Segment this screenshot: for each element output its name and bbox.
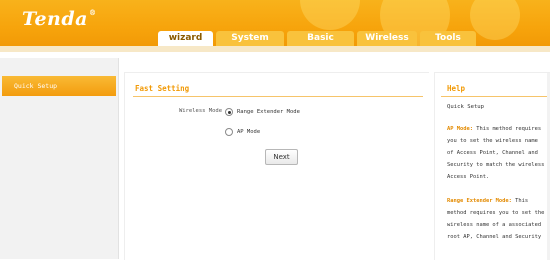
tab-tools[interactable]: Tools: [420, 31, 476, 46]
help-range-extender: Range Extender Mode: This method require…: [447, 195, 547, 243]
range-extender-label[interactable]: Range Extender Mode: [237, 109, 300, 115]
main-nav-tabs: wizard System Status Basic Settings Wire…: [158, 31, 476, 58]
help-range-extender-text: This method requires you to set the wire…: [447, 198, 545, 240]
title-divider: [133, 96, 423, 97]
next-button[interactable]: Next: [265, 149, 298, 165]
help-panel: Help Quick Setup AP Mode: This method re…: [434, 72, 550, 260]
help-divider: [441, 96, 547, 97]
sidebar: Quick Setup: [0, 58, 119, 259]
header-bar: Tenda® wizard System Status Basic Settin…: [0, 0, 550, 58]
header-decoration: [300, 0, 360, 30]
tenda-logo: Tenda®: [22, 8, 97, 30]
help-ap-mode: AP Mode: This method requires you to set…: [447, 123, 547, 183]
wireless-mode-label: Wireless Mode: [178, 108, 222, 114]
range-extender-option[interactable]: Range Extender Mode: [225, 108, 300, 116]
help-title: Help: [447, 84, 466, 93]
ap-mode-radio[interactable]: [225, 128, 233, 136]
range-extender-radio[interactable]: [225, 108, 233, 116]
help-ap-mode-title: AP Mode:: [447, 126, 473, 132]
help-subtitle: Quick Setup: [447, 104, 485, 110]
tab-basic-settings[interactable]: Basic Settings: [287, 31, 354, 58]
help-range-extender-title: Range Extender Mode:: [447, 198, 512, 204]
tab-wizard[interactable]: wizard: [158, 31, 213, 46]
main-panel: Fast Setting Wireless Mode Range Extende…: [124, 72, 429, 260]
page-title: Fast Setting: [135, 84, 190, 93]
help-ap-mode-text: This method requires you to set the wire…: [447, 126, 545, 180]
ap-mode-label[interactable]: AP Mode: [237, 129, 260, 135]
tab-system-status[interactable]: System Status: [216, 31, 284, 58]
ap-mode-option[interactable]: AP Mode: [225, 128, 260, 136]
sidebar-item-quick-setup[interactable]: Quick Setup: [2, 76, 116, 96]
header-decoration: [470, 0, 520, 40]
tab-wireless[interactable]: Wireless: [357, 31, 417, 46]
